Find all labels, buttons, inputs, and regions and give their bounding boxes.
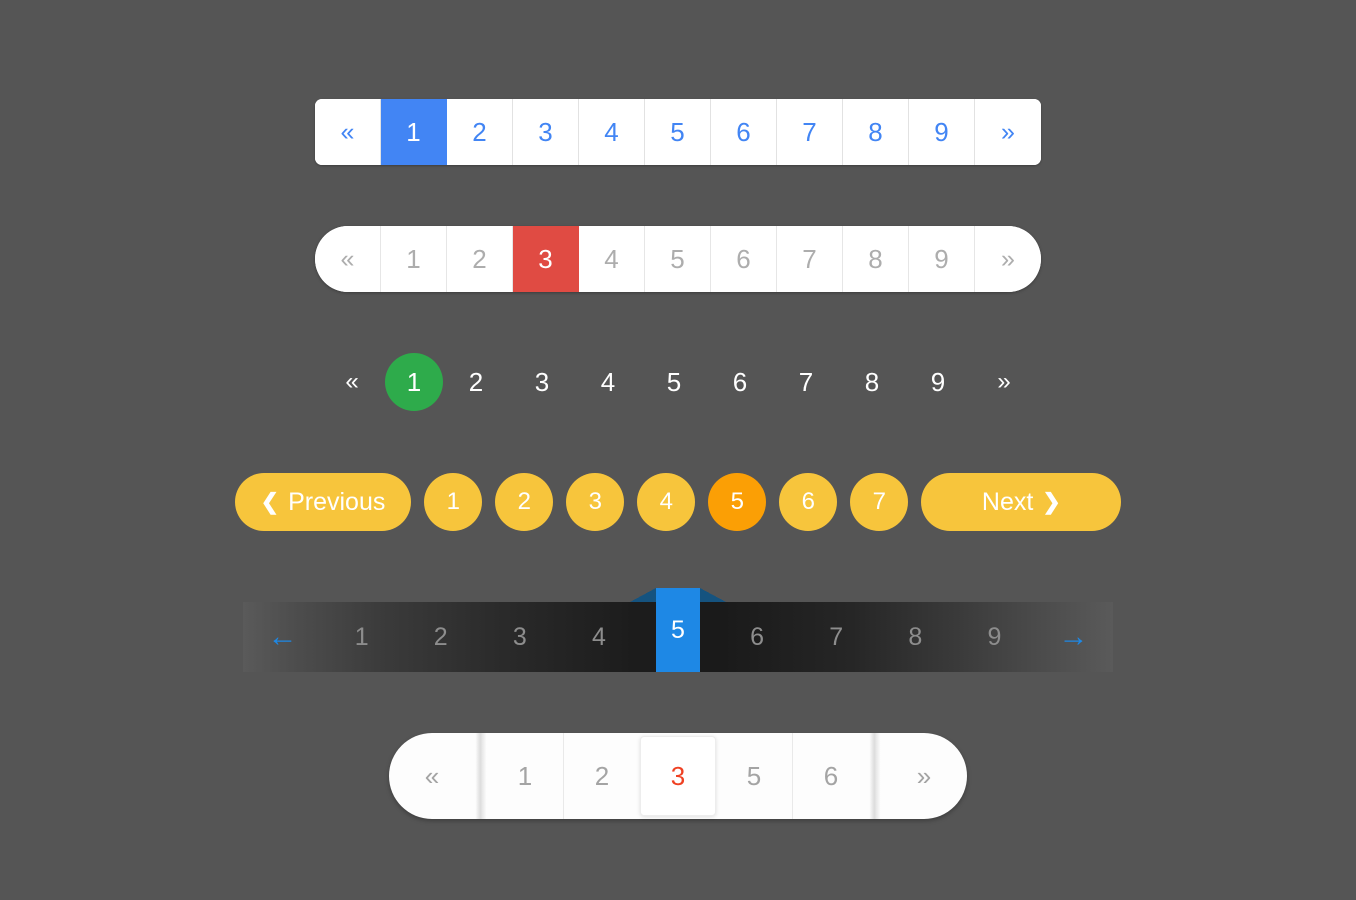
page-button-4[interactable]: 4: [637, 473, 696, 531]
page-button-6[interactable]: 6: [779, 473, 838, 531]
tab-shoulder-left: [630, 588, 656, 602]
page-button-5[interactable]: 5: [708, 473, 767, 531]
page-button-2[interactable]: 2: [401, 602, 480, 672]
page-button-7[interactable]: 7: [777, 99, 843, 165]
page-button-9[interactable]: 9: [909, 99, 975, 165]
prev-button[interactable]: «: [315, 226, 381, 292]
page-button-2[interactable]: 2: [447, 99, 513, 165]
pagination-pill-red: « 1 2 3 4 5 6 7 8 9 »: [0, 226, 1356, 292]
page-button-8[interactable]: 8: [839, 353, 905, 411]
page-button-1[interactable]: 1: [381, 99, 447, 165]
page-button-5[interactable]: 5: [641, 353, 707, 411]
prev-button[interactable]: «: [315, 99, 381, 165]
pagination-showcase: « 1 2 3 4 5 6 7 8 9 » « 1 2 3 4 5 6 7 8 …: [0, 0, 1356, 900]
next-button[interactable]: →: [1034, 602, 1113, 672]
page-button-6[interactable]: 6: [718, 602, 797, 672]
next-button[interactable]: Next ❯: [921, 473, 1122, 531]
divider-right: [869, 733, 881, 819]
page-button-1[interactable]: 1: [487, 733, 563, 819]
arrow-right-icon: →: [1058, 620, 1089, 653]
page-button-1[interactable]: 1: [424, 473, 483, 531]
prev-button[interactable]: ❮ Previous: [234, 473, 412, 531]
page-button-6[interactable]: 6: [711, 99, 777, 165]
page-button-6[interactable]: 6: [711, 226, 777, 292]
page-button-5[interactable]: 5: [645, 226, 711, 292]
pagination-group: ← 1 2 3 4 6 7 8 9 → 5: [243, 588, 1113, 684]
chevron-right-icon: ❯: [1042, 489, 1061, 514]
page-button-3[interactable]: 3: [513, 226, 579, 292]
arrow-left-icon: ←: [267, 620, 298, 653]
page-button-5[interactable]: 5: [656, 588, 700, 672]
next-button[interactable]: »: [975, 99, 1041, 165]
page-button-3[interactable]: 3: [513, 99, 579, 165]
prev-label: Previous: [288, 487, 386, 516]
page-button-7[interactable]: 7: [850, 473, 909, 531]
page-button-2[interactable]: 2: [447, 226, 513, 292]
divider-left: [475, 733, 487, 819]
page-button-4[interactable]: 4: [575, 353, 641, 411]
page-button-8[interactable]: 8: [843, 99, 909, 165]
page-button-2[interactable]: 2: [443, 353, 509, 411]
pagination-yellow-circles: ❮ Previous 1 2 3 4 5 6 7 Next ❯: [0, 473, 1356, 531]
page-button-4[interactable]: 4: [579, 226, 645, 292]
pagination-flat-green: « 1 2 3 4 5 6 7 8 9 »: [0, 353, 1356, 411]
prev-button[interactable]: ←: [243, 602, 322, 672]
page-button-3[interactable]: 3: [566, 473, 625, 531]
chevron-left-icon: ❮: [260, 489, 280, 514]
page-button-4[interactable]: 4: [559, 602, 638, 672]
page-button-7[interactable]: 7: [777, 226, 843, 292]
page-button-2[interactable]: 2: [495, 473, 554, 531]
page-button-6[interactable]: 6: [707, 353, 773, 411]
page-button-9[interactable]: 9: [955, 602, 1034, 672]
pagination-dark-gradient: ← 1 2 3 4 6 7 8 9 → 5: [0, 588, 1356, 684]
pagination-group: « 1 2 3 4 5 6 7 8 9 »: [315, 99, 1041, 165]
page-button-9[interactable]: 9: [905, 353, 971, 411]
page-button-1[interactable]: 1: [381, 226, 447, 292]
page-button-5[interactable]: 5: [716, 733, 792, 819]
page-button-6[interactable]: 6: [793, 733, 869, 819]
page-button-3[interactable]: 3: [640, 736, 716, 816]
pagination-group: ❮ Previous 1 2 3 4 5 6 7 Next ❯: [234, 473, 1122, 531]
next-label: Next: [981, 487, 1034, 516]
next-button[interactable]: »: [971, 353, 1037, 411]
pagination-group: « 1 2 3 4 5 6 7 8 9 »: [319, 353, 1037, 411]
pagination-group: « 1 2 3 5 6 »: [389, 733, 967, 819]
next-button[interactable]: »: [975, 226, 1041, 292]
pagination-soft-white: « 1 2 3 5 6 »: [0, 733, 1356, 819]
pagination-group: « 1 2 3 4 5 6 7 8 9 »: [315, 226, 1041, 292]
page-button-3[interactable]: 3: [509, 353, 575, 411]
page-button-8[interactable]: 8: [876, 602, 955, 672]
prev-button[interactable]: «: [389, 733, 475, 819]
next-button[interactable]: »: [881, 733, 967, 819]
page-button-3[interactable]: 3: [480, 602, 559, 672]
page-button-5[interactable]: 5: [645, 99, 711, 165]
page-button-7[interactable]: 7: [797, 602, 876, 672]
page-button-7[interactable]: 7: [773, 353, 839, 411]
tab-shoulder-right: [700, 588, 726, 602]
page-button-8[interactable]: 8: [843, 226, 909, 292]
page-button-2[interactable]: 2: [564, 733, 640, 819]
page-button-9[interactable]: 9: [909, 226, 975, 292]
prev-button[interactable]: «: [319, 353, 385, 411]
page-button-1[interactable]: 1: [322, 602, 401, 672]
page-button-1[interactable]: 1: [385, 353, 443, 411]
pagination-bordered-blue: « 1 2 3 4 5 6 7 8 9 »: [0, 99, 1356, 165]
page-button-4[interactable]: 4: [579, 99, 645, 165]
